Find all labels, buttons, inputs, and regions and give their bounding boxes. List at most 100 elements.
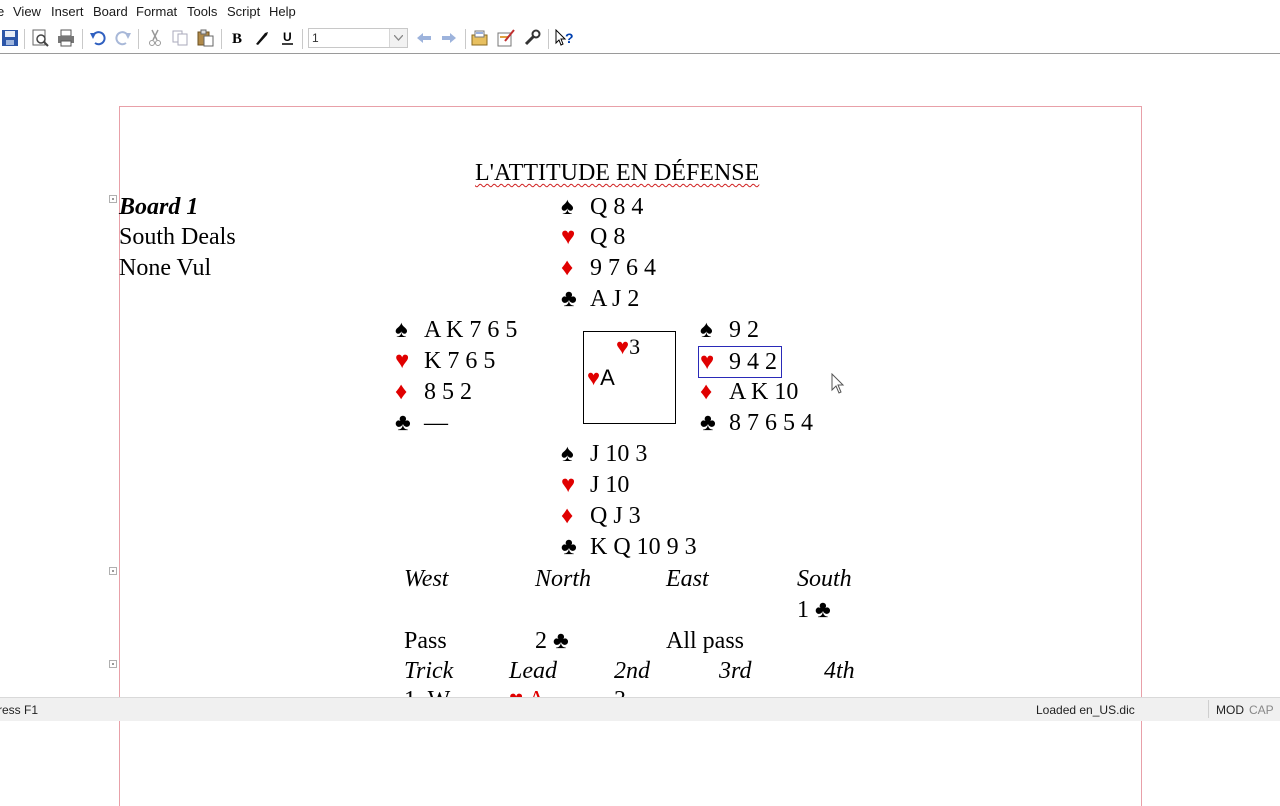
status-help-hint: ress F1	[0, 703, 39, 717]
heart-icon: ♥	[561, 472, 576, 498]
cut-icon[interactable]	[146, 29, 166, 49]
forward-arrow-icon[interactable]	[440, 29, 460, 49]
auction-bid-east-2: All pass	[666, 628, 744, 654]
north-diamonds: ♦ 9 7 6 4	[561, 255, 656, 282]
board-name: Board 1	[119, 194, 199, 220]
south-spades-cards: J 10 3	[590, 441, 648, 467]
menu-board[interactable]: Board	[93, 4, 128, 19]
auction-header-west: West	[404, 566, 449, 592]
heart-icon: ♥	[587, 365, 601, 390]
status-mod: MOD	[1216, 703, 1244, 717]
west-hearts-cards: K 7 6 5	[424, 348, 496, 374]
toolbar-separator	[82, 29, 83, 49]
zoom-value: 1	[312, 31, 319, 45]
club-icon: ♣	[395, 410, 411, 436]
italic-icon[interactable]	[253, 29, 273, 49]
club-icon: ♣	[561, 534, 577, 560]
menu-script[interactable]: Script	[227, 4, 260, 19]
west-spades-cards: A K 7 6 5	[424, 317, 518, 343]
west-hearts: ♥ K 7 6 5	[395, 348, 495, 375]
north-clubs-cards: A J 2	[590, 286, 640, 312]
heart-icon: ♥	[616, 334, 630, 359]
west-diamonds-cards: 8 5 2	[424, 379, 472, 405]
spade-icon: ♠	[561, 194, 574, 220]
north-clubs: ♣ A J 2	[561, 286, 639, 313]
toolbar-separator	[548, 29, 549, 49]
south-clubs-cards: K Q 10 9 3	[590, 534, 697, 560]
redo-icon[interactable]	[114, 29, 134, 49]
bold-icon[interactable]: B	[228, 29, 248, 49]
auction-header-east: East	[666, 566, 709, 592]
mouse-cursor-icon	[831, 372, 845, 400]
south-diamonds: ♦ Q J 3	[561, 503, 641, 530]
west-diamonds: ♦ 8 5 2	[395, 379, 472, 406]
diamond-icon: ♦	[700, 379, 713, 405]
west-clubs: ♣ —	[395, 410, 448, 437]
menu-view[interactable]: View	[13, 4, 41, 19]
undo-icon[interactable]	[89, 29, 109, 49]
toolbar: B U 1 ?	[0, 24, 1280, 54]
east-diamonds-cards: A K 10	[729, 379, 799, 405]
print-icon[interactable]	[57, 29, 77, 49]
diamond-icon: ♦	[395, 379, 408, 405]
heart-icon: ♥	[561, 224, 576, 250]
page-title: L'ATTITUDE EN DÉFENSE	[475, 160, 760, 186]
diamond-icon: ♦	[561, 255, 574, 281]
row-handle[interactable]	[109, 660, 117, 668]
diamond-icon: ♦	[561, 503, 574, 529]
trick-north-card: ♥3	[616, 334, 641, 359]
board-vulnerability: None Vul	[119, 255, 212, 281]
toolbar-separator	[465, 29, 466, 49]
chevron-down-icon[interactable]	[389, 29, 407, 47]
board-dealer: South Deals	[119, 224, 236, 250]
club-icon: ♣	[561, 286, 577, 312]
auction-bid-north-2: 2 ♣	[535, 628, 569, 654]
row-handle[interactable]	[109, 567, 117, 575]
play-header-4th: 4th	[824, 658, 855, 684]
row-handle[interactable]	[109, 195, 117, 203]
underline-icon[interactable]: U	[279, 29, 299, 49]
west-spades: ♠ A K 7 6 5	[395, 317, 517, 344]
east-spades-cards: 9 2	[729, 317, 759, 343]
north-spades-cards: Q 8 4	[590, 194, 644, 220]
east-hearts[interactable]: ♥ 9 4 2	[698, 346, 782, 378]
back-arrow-icon[interactable]	[415, 29, 435, 49]
club-icon: ♣	[700, 410, 716, 436]
south-clubs: ♣ K Q 10 9 3	[561, 534, 697, 561]
club-icon: ♣	[815, 597, 831, 623]
toolbar-separator	[138, 29, 139, 49]
play-header-trick: Trick	[404, 658, 454, 684]
east-spades: ♠ 9 2	[700, 317, 759, 344]
north-spades: ♠ Q 8 4	[561, 194, 643, 221]
north-diamonds-cards: 9 7 6 4	[590, 255, 656, 281]
menu-file[interactable]: e	[0, 4, 4, 19]
south-diamonds-cards: Q J 3	[590, 503, 641, 529]
south-hearts-cards: J 10	[590, 472, 630, 498]
status-divider	[1208, 700, 1209, 718]
menu-tools[interactable]: Tools	[187, 4, 217, 19]
status-dictionary: Loaded en_US.dic	[1036, 703, 1135, 717]
status-cap: CAP	[1249, 703, 1274, 717]
auction-bid-west-2: Pass	[404, 628, 447, 654]
menu-format[interactable]: Format	[136, 4, 177, 19]
help-icon[interactable]: ?	[555, 29, 575, 49]
edit-icon[interactable]	[497, 29, 517, 49]
east-hearts-cards: 9 4 2	[729, 349, 777, 375]
open-folder-icon[interactable]	[471, 29, 491, 49]
north-hearts: ♥ Q 8	[561, 224, 625, 251]
east-clubs-cards: 8 7 6 5 4	[729, 410, 813, 436]
copy-icon[interactable]	[171, 29, 191, 49]
auction-header-south: South	[797, 566, 852, 592]
menu-insert[interactable]: Insert	[51, 4, 84, 19]
menu-help[interactable]: Help	[269, 4, 296, 19]
south-hearts: ♥ J 10	[561, 472, 629, 499]
wrench-icon[interactable]	[523, 29, 543, 49]
print-preview-icon[interactable]	[31, 29, 51, 49]
play-header-3rd: 3rd	[719, 658, 752, 684]
status-bar: ress F1 Loaded en_US.dic MOD CAP	[0, 697, 1280, 721]
save-icon[interactable]	[1, 29, 21, 49]
menu-bar: e View Insert Board Format Tools Script …	[0, 0, 1280, 24]
zoom-select[interactable]: 1	[308, 28, 408, 48]
west-clubs-cards: —	[424, 410, 448, 436]
paste-icon[interactable]	[196, 29, 216, 49]
